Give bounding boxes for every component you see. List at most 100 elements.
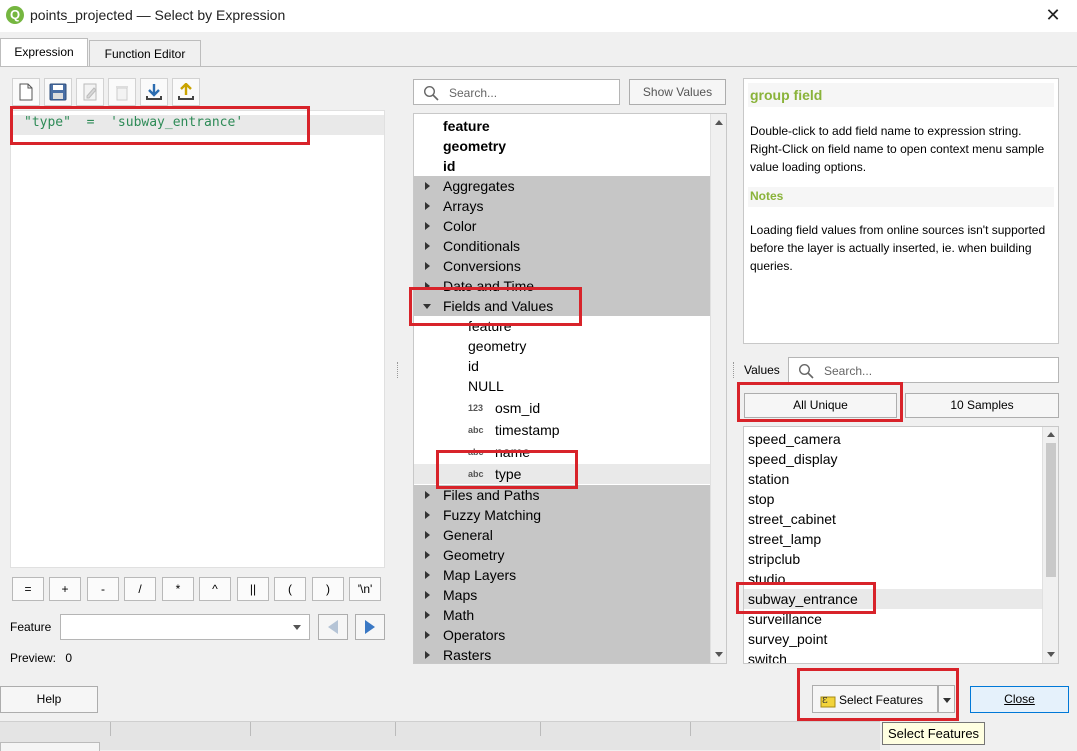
tab-expression[interactable]: Expression (0, 38, 88, 66)
preview-label: Preview: (10, 651, 57, 665)
close-window-icon[interactable]: ✕ (1040, 3, 1066, 27)
scroll-thumb[interactable] (1046, 443, 1056, 577)
tree-group-conversions[interactable]: Conversions (414, 256, 710, 276)
tree-group-math[interactable]: Math (414, 605, 710, 625)
splitter-handle-right[interactable] (733, 362, 736, 378)
highlight-select-features (797, 668, 959, 721)
tree-group-geometry[interactable]: Geometry (414, 545, 710, 565)
values-list[interactable]: speed_camera speed_display station stop … (743, 426, 1059, 664)
expand-arrow-icon[interactable] (425, 242, 430, 250)
download-icon (146, 84, 162, 100)
value-item[interactable]: street_cabinet (748, 509, 836, 529)
expand-arrow-icon[interactable] (425, 651, 430, 659)
tree-group-map-layers[interactable]: Map Layers (414, 565, 710, 585)
expand-arrow-icon[interactable] (425, 511, 430, 519)
expand-arrow-icon[interactable] (425, 202, 430, 210)
values-list-viewport: speed_camera speed_display station stop … (744, 427, 1042, 663)
operator-power-button[interactable]: ^ (199, 577, 231, 601)
value-item[interactable]: survey_point (748, 629, 827, 649)
expand-arrow-icon[interactable] (425, 551, 430, 559)
expand-arrow-icon[interactable] (425, 591, 430, 599)
scroll-down-icon[interactable] (1047, 652, 1055, 657)
tree-group-fuzzy-matching[interactable]: Fuzzy Matching (414, 505, 710, 525)
values-list-scrollbar[interactable] (1042, 427, 1058, 663)
next-feature-button[interactable] (355, 614, 385, 640)
tree-field-osm-id[interactable]: 123 osm_id (414, 398, 710, 418)
operator-plus-button[interactable]: + (49, 577, 81, 601)
new-file-button[interactable] (12, 78, 40, 106)
tree-group-conditionals[interactable]: Conditionals (414, 236, 710, 256)
tree-group-aggregates[interactable]: Aggregates (414, 176, 710, 196)
operator-equals-button[interactable]: = (12, 577, 44, 601)
feature-combobox[interactable] (60, 614, 310, 640)
values-search-input[interactable]: Search... (788, 357, 1059, 383)
tab-function-editor[interactable]: Function Editor (89, 40, 201, 66)
delete-button[interactable] (108, 78, 136, 106)
qgis-logo-icon: Q (6, 6, 24, 24)
trash-icon (116, 86, 128, 101)
chevron-down-icon (293, 625, 301, 630)
splitter-handle-left[interactable] (397, 362, 400, 378)
value-item[interactable]: stop (748, 489, 774, 509)
operator-multiply-button[interactable]: * (162, 577, 194, 601)
tree-group-color[interactable]: Color (414, 216, 710, 236)
close-button[interactable]: Close (970, 686, 1069, 713)
triangle-left-icon (328, 620, 338, 634)
tree-group-general[interactable]: General (414, 525, 710, 545)
tree-group-operators[interactable]: Operators (414, 625, 710, 645)
edit-button[interactable] (76, 78, 104, 106)
value-item[interactable]: stripclub (748, 549, 800, 569)
scroll-down-icon[interactable] (715, 652, 723, 657)
function-tree-scrollbar[interactable] (710, 114, 726, 663)
export-button[interactable] (172, 78, 200, 106)
value-item[interactable]: switch (748, 649, 787, 663)
expand-arrow-icon[interactable] (425, 611, 430, 619)
ten-samples-button[interactable]: 10 Samples (905, 393, 1059, 418)
value-item[interactable]: speed_display (748, 449, 838, 469)
value-item[interactable]: street_lamp (748, 529, 821, 549)
tree-group-maps[interactable]: Maps (414, 585, 710, 605)
expand-arrow-icon[interactable] (425, 631, 430, 639)
tree-field-id[interactable]: id (414, 356, 710, 376)
expand-arrow-icon[interactable] (425, 222, 430, 230)
expand-arrow-icon[interactable] (425, 491, 430, 499)
scroll-up-icon[interactable] (1047, 432, 1055, 437)
function-search-input[interactable]: Search... (413, 79, 620, 105)
expression-editor[interactable] (10, 110, 385, 568)
tab-divider (0, 66, 1077, 67)
function-tree-viewport: feature geometry id Aggregates Arrays Co… (414, 114, 710, 663)
preview-row: Preview: 0 (10, 651, 72, 665)
operator-close-paren-button[interactable]: ) (312, 577, 344, 601)
save-button[interactable] (44, 78, 72, 106)
help-button[interactable]: Help (0, 686, 98, 713)
tree-field-null[interactable]: NULL (414, 376, 710, 396)
highlight-subway-entrance (736, 582, 876, 614)
expand-arrow-icon[interactable] (425, 571, 430, 579)
function-tree[interactable]: feature geometry id Aggregates Arrays Co… (413, 113, 727, 664)
scroll-up-icon[interactable] (715, 120, 723, 125)
previous-feature-button[interactable] (318, 614, 348, 640)
operator-minus-button[interactable]: - (87, 577, 119, 601)
divider (250, 722, 251, 736)
import-button[interactable] (140, 78, 168, 106)
operator-concat-button[interactable]: || (237, 577, 269, 601)
expand-arrow-icon[interactable] (425, 182, 430, 190)
tree-field-geometry[interactable]: geometry (414, 336, 710, 356)
tree-item-feature[interactable]: feature (414, 116, 710, 136)
operator-open-paren-button[interactable]: ( (274, 577, 306, 601)
tree-item-id[interactable]: id (414, 156, 710, 176)
show-values-button[interactable]: Show Values (629, 79, 726, 105)
value-item[interactable]: speed_camera (748, 429, 841, 449)
operator-divide-button[interactable]: / (124, 577, 156, 601)
tree-field-timestamp[interactable]: abc timestamp (414, 420, 710, 440)
operator-newline-button[interactable]: '\n' (349, 577, 381, 601)
tree-item-geometry[interactable]: geometry (414, 136, 710, 156)
tree-group-arrays[interactable]: Arrays (414, 196, 710, 216)
tree-group-rasters[interactable]: Rasters (414, 645, 710, 663)
value-item[interactable]: station (748, 469, 789, 489)
expand-arrow-icon[interactable] (425, 531, 430, 539)
preview-value: 0 (65, 651, 73, 665)
expand-arrow-icon[interactable] (425, 262, 430, 270)
divider (395, 722, 396, 736)
notes-title: Notes (750, 189, 784, 203)
